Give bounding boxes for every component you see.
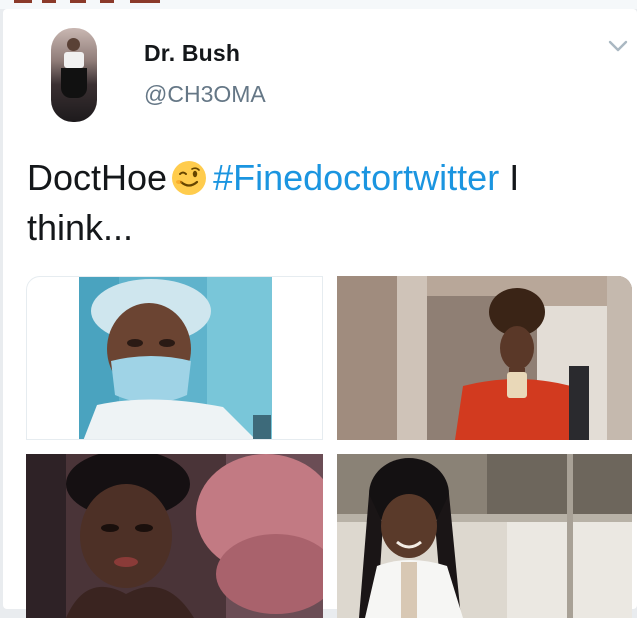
avatar-figure-skirt	[61, 68, 87, 98]
avatar-figure-top	[64, 52, 84, 68]
photo-red-top-selfie-image	[337, 276, 632, 440]
photo-red-top-selfie[interactable]	[337, 276, 632, 440]
photo-nurse-cap-mask-image	[79, 277, 272, 439]
photo-afro-reclining[interactable]	[26, 454, 323, 618]
chevron-down-icon[interactable]	[608, 39, 628, 53]
top-strip-mark	[100, 0, 114, 3]
top-strip-mark	[130, 0, 160, 3]
tweet-text: DoctHoe #Finedoctortwitter I think...	[27, 153, 612, 253]
photo-braids-lab-coat-image	[337, 454, 632, 618]
hashtag-link[interactable]: #Finedoctortwitter	[213, 157, 499, 198]
display-name[interactable]: Dr. Bush	[144, 40, 240, 67]
photo-nurse-cap-mask[interactable]	[26, 276, 323, 440]
avatar-figure-head	[67, 38, 80, 51]
top-strip-mark	[42, 0, 56, 3]
winking-face-icon	[172, 161, 207, 195]
avatar[interactable]	[51, 28, 97, 122]
tweet-card: Dr. Bush @CH3OMA DoctHoe #Finedoctortwit…	[3, 9, 637, 618]
top-strip	[0, 0, 637, 9]
media-grid	[26, 276, 632, 618]
top-strip-mark	[70, 0, 86, 3]
photo-braids-lab-coat[interactable]	[337, 454, 632, 618]
user-handle[interactable]: @CH3OMA	[144, 81, 266, 108]
top-strip-mark	[14, 0, 32, 3]
tweet-text-start: DoctHoe	[27, 157, 168, 198]
photo-afro-reclining-image	[26, 454, 323, 618]
